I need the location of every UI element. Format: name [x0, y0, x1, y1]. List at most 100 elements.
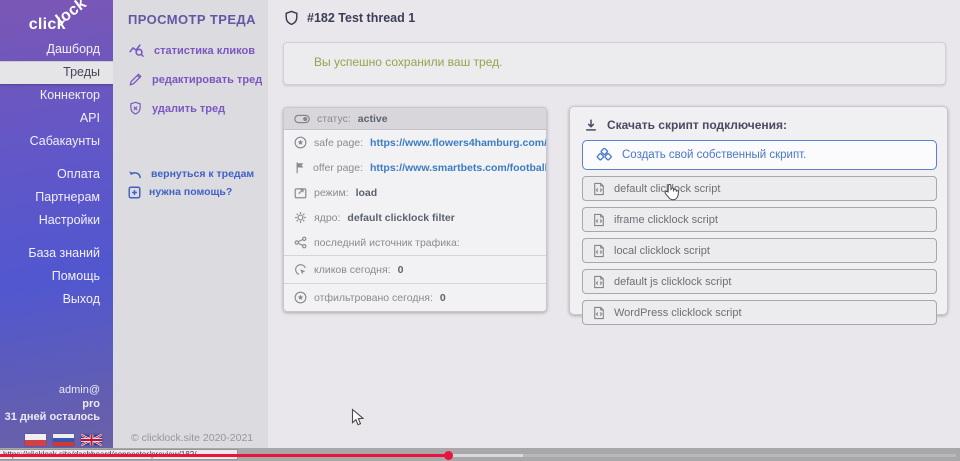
core-label: ядро: — [314, 212, 340, 224]
sidebar: clicklock Дашборд Треды Коннектор API Са… — [0, 0, 113, 448]
filtered-today-label: отфильтровано сегодня: — [314, 292, 433, 304]
clicks-today-row: кликов сегодня: 0 — [284, 255, 546, 283]
code-file-icon — [593, 275, 605, 289]
menu-item-label: удалить тред — [152, 103, 225, 115]
click-icon — [294, 263, 307, 276]
app-window: clicklock Дашборд Треды Коннектор API Са… — [0, 0, 960, 461]
menu-item-label: редактировать тред — [152, 74, 262, 86]
progress-played — [0, 454, 448, 457]
success-message: Вы успешно сохранили ваш тред. — [314, 55, 945, 69]
main-content: #182 Test thread 1 Вы успешно сохранили … — [268, 0, 960, 448]
script-button-default[interactable]: default clicklock script — [582, 176, 937, 201]
thread-menu-links: вернуться к тредам нужна помощь? — [128, 165, 254, 201]
toggle-icon — [294, 114, 310, 124]
page-title: #182 Test thread 1 — [307, 11, 415, 25]
core-row: ядро: default clicklock filter — [284, 205, 546, 230]
account-email: admin@ — [5, 384, 100, 398]
sidebar-item-help[interactable]: Помощь — [0, 265, 113, 288]
copyright: © clicklock.site 2020-2021 — [131, 432, 253, 444]
script-button-wordpress[interactable]: WordPress clicklock script — [582, 300, 937, 325]
code-file-icon — [593, 306, 605, 320]
safe-page-row: safe page: https://www.flowers4hamburg.c… — [284, 130, 546, 155]
star-badge-icon — [294, 291, 307, 304]
sidebar-item-connector[interactable]: Коннектор — [0, 84, 113, 107]
menu-item-click-stats[interactable]: статистика кликов — [128, 40, 262, 61]
account-days-left: 31 дней осталось — [5, 411, 100, 425]
thread-header: #182 Test thread 1 — [285, 10, 415, 25]
account-info: admin@ pro 31 дней осталось — [5, 384, 100, 425]
success-alert: Вы успешно сохранили ваш тред. — [283, 42, 946, 85]
sidebar-item-payment[interactable]: Оплата — [0, 163, 113, 186]
shield-x-icon — [128, 101, 143, 116]
offer-page-link[interactable]: https://www.smartbets.com/football/tea..… — [370, 162, 546, 174]
download-scripts-card: Скачать скрипт подключения: Создать свой… — [569, 106, 948, 315]
script-button-default-js[interactable]: default js clicklock script — [582, 269, 937, 294]
language-switcher — [25, 434, 102, 446]
filtered-today-value: 0 — [440, 292, 446, 304]
script-button-label: local clicklock script — [614, 245, 710, 257]
sidebar-item-settings[interactable]: Настройки — [0, 209, 113, 232]
safe-page-label: safe page: — [314, 137, 363, 149]
sidebar-item-knowledge-base[interactable]: База знаний — [0, 242, 113, 265]
account-plan: pro — [5, 398, 100, 412]
menu-item-delete-thread[interactable]: удалить тред — [128, 98, 262, 119]
clicklock-logo[interactable]: clicklock — [29, 16, 99, 34]
flag-uk-icon[interactable] — [81, 434, 102, 446]
offer-page-row: offer page: https://www.smartbets.com/fo… — [284, 155, 546, 180]
script-button-iframe[interactable]: iframe clicklock script — [582, 207, 937, 232]
share-icon — [294, 236, 307, 249]
clicks-today-value: 0 — [398, 264, 404, 276]
launch-icon — [294, 186, 307, 199]
progress-scrubber[interactable] — [444, 451, 453, 460]
scripts-header: Скачать скрипт подключения: — [584, 118, 947, 132]
code-file-icon — [593, 213, 605, 227]
scripts-title: Скачать скрипт подключения: — [607, 118, 787, 132]
link-label: нужна помощь? — [149, 186, 232, 198]
clicks-today-label: кликов сегодня: — [314, 264, 391, 276]
shield-icon — [285, 10, 298, 25]
cubes-icon — [596, 148, 613, 162]
gear-icon — [294, 211, 307, 224]
script-button-label: iframe clicklock script — [614, 214, 718, 226]
star-badge-icon — [294, 136, 307, 149]
mode-row: режим: load — [284, 180, 546, 205]
code-file-icon — [593, 182, 605, 196]
link-need-help[interactable]: нужна помощь? — [128, 183, 254, 201]
status-value: active — [358, 113, 388, 125]
flag-icon — [294, 161, 306, 174]
video-player-bar: https://clicklock.site/dashboard/connect… — [0, 448, 960, 461]
code-file-icon — [593, 244, 605, 258]
core-value: default clicklock filter — [347, 212, 454, 224]
create-custom-script-label: Создать свой собственный скрипт. — [622, 149, 806, 161]
sidebar-nav: Дашборд Треды Коннектор API Сабакаунты О… — [0, 38, 113, 311]
menu-item-edit-thread[interactable]: редактировать тред — [128, 69, 262, 90]
add-box-icon — [128, 186, 141, 199]
thread-menu-panel: ПРОСМОТР ТРЕДА статистика кликов редакти… — [113, 0, 268, 448]
sidebar-item-logout[interactable]: Выход — [0, 288, 113, 311]
filtered-today-row: отфильтровано сегодня: 0 — [284, 283, 546, 311]
offer-page-label: offer page: — [313, 162, 363, 174]
sidebar-item-partners[interactable]: Партнерам — [0, 186, 113, 209]
flag-poland-icon[interactable] — [25, 434, 46, 446]
safe-page-link[interactable]: https://www.flowers4hamburg.com/ — [370, 137, 546, 149]
link-label: вернуться к тредам — [151, 168, 254, 180]
script-button-label: default clicklock script — [614, 183, 720, 195]
last-traffic-source-row: последний источник трафика: — [284, 230, 546, 255]
create-custom-script-button[interactable]: Создать свой собственный скрипт. — [582, 140, 937, 170]
stats-icon — [128, 42, 145, 59]
last-traffic-source-label: последний источник трафика: — [314, 237, 460, 249]
download-icon — [584, 118, 598, 132]
status-header-row: статус: active — [284, 108, 546, 130]
undo-icon — [128, 169, 143, 180]
sidebar-item-subaccounts[interactable]: Сабакаунты — [0, 130, 113, 153]
script-button-local[interactable]: local clicklock script — [582, 238, 937, 263]
thread-menu-actions: статистика кликов редактировать тред уда… — [128, 40, 262, 127]
flag-russia-icon[interactable] — [53, 434, 74, 446]
status-label: статус: — [317, 113, 351, 125]
menu-item-label: статистика кликов — [154, 45, 255, 57]
script-button-label: default js clicklock script — [614, 276, 731, 288]
sidebar-item-api[interactable]: API — [0, 107, 113, 130]
sidebar-item-dashboard[interactable]: Дашборд — [0, 38, 113, 61]
sidebar-item-threads[interactable]: Треды — [0, 61, 113, 84]
link-back-to-threads[interactable]: вернуться к тредам — [128, 165, 254, 183]
